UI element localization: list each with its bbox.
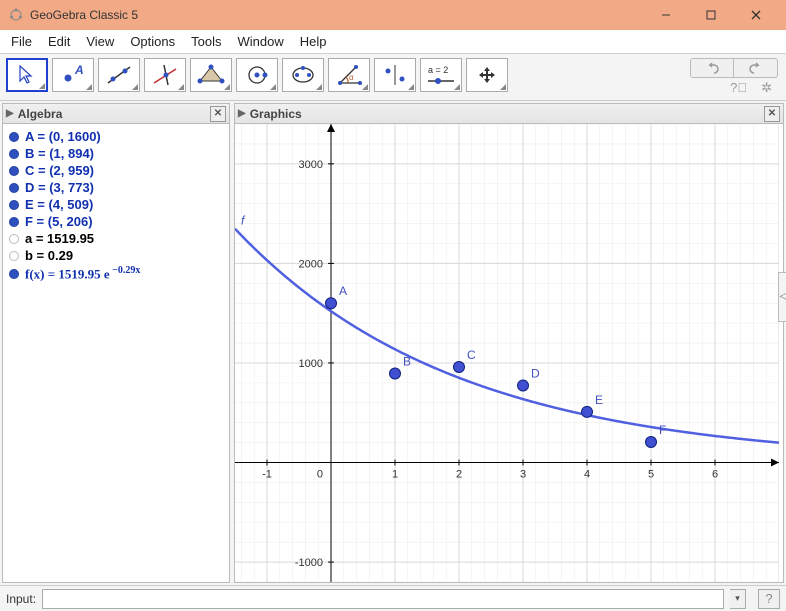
point-bullet-icon: [9, 183, 19, 193]
menu-help[interactable]: Help: [293, 31, 334, 52]
svg-text:1000: 1000: [299, 358, 323, 370]
point-tool[interactable]: A: [52, 58, 94, 92]
algebra-item-A[interactable]: A = (0, 1600): [9, 128, 223, 145]
angle-tool[interactable]: α: [328, 58, 370, 92]
svg-text:a = 2: a = 2: [428, 65, 448, 75]
toolbar: A α a = 2 ?⃝: [0, 54, 786, 101]
algebra-panel-title: Algebra: [18, 107, 63, 121]
input-label: Input:: [6, 592, 36, 606]
polygon-tool[interactable]: [190, 58, 232, 92]
close-button[interactable]: [733, 0, 778, 30]
title-bar: GeoGebra Classic 5: [0, 0, 786, 30]
algebra-item-B[interactable]: B = (1, 894): [9, 145, 223, 162]
algebra-item-a[interactable]: a = 1519.95: [9, 230, 223, 247]
redo-button[interactable]: [734, 58, 778, 78]
algebra-item-E[interactable]: E = (4, 509): [9, 196, 223, 213]
line-tool[interactable]: [98, 58, 140, 92]
window-title: GeoGebra Classic 5: [30, 8, 643, 22]
svg-text:2000: 2000: [299, 258, 323, 270]
svg-text:D: D: [531, 367, 540, 381]
algebra-body: A = (0, 1600) B = (1, 894) C = (2, 959) …: [3, 124, 229, 287]
maximize-button[interactable]: [688, 0, 733, 30]
move-view-tool[interactable]: [466, 58, 508, 92]
help-icon[interactable]: ?⃝: [730, 80, 747, 96]
input-bar: Input: ▾ ?: [0, 585, 786, 611]
svg-text:4: 4: [584, 469, 590, 481]
svg-text:3: 3: [520, 469, 526, 481]
svg-text:B: B: [403, 355, 411, 369]
svg-text:A: A: [339, 284, 347, 298]
menu-tools[interactable]: Tools: [184, 31, 228, 52]
move-tool[interactable]: [6, 58, 48, 92]
algebra-item-D[interactable]: D = (3, 773): [9, 179, 223, 196]
input-help-icon[interactable]: ?: [758, 589, 780, 609]
side-tab[interactable]: ◁: [778, 272, 786, 322]
graphics-view[interactable]: -1 1 2 3 4 5 6 -1000 1000 2000 3000 0 f A B C D E F: [235, 124, 783, 582]
svg-text:F: F: [659, 423, 666, 437]
undo-button[interactable]: [690, 58, 734, 78]
perpendicular-tool[interactable]: [144, 58, 186, 92]
graphics-panel: ▶ Graphics ✕ -1 1 2 3 4 5 6 -1000 1000 2000 3000 0 f…: [234, 103, 784, 583]
menu-file[interactable]: File: [4, 31, 39, 52]
algebra-panel: ▶ Algebra ✕ A = (0, 1600) B = (1, 894) C…: [2, 103, 230, 583]
graphics-panel-header[interactable]: ▶ Graphics ✕: [235, 104, 783, 124]
algebra-item-C[interactable]: C = (2, 959): [9, 162, 223, 179]
graphics-close-icon[interactable]: ✕: [764, 106, 780, 122]
value-bullet-icon: [9, 251, 19, 261]
svg-text:5: 5: [648, 469, 654, 481]
svg-text:A: A: [74, 63, 84, 77]
chevron-right-icon: ▶: [6, 108, 14, 119]
graphics-panel-title: Graphics: [250, 107, 302, 121]
slider-tool[interactable]: a = 2: [420, 58, 462, 92]
point-bullet-icon: [9, 166, 19, 176]
algebra-item-F[interactable]: F = (5, 206): [9, 213, 223, 230]
algebra-close-icon[interactable]: ✕: [210, 106, 226, 122]
svg-text:C: C: [467, 348, 476, 362]
svg-text:E: E: [595, 393, 603, 407]
input-field[interactable]: [42, 589, 724, 609]
chart-canvas[interactable]: -1 1 2 3 4 5 6 -1000 1000 2000 3000 0 f A B C D E F: [235, 124, 779, 582]
menu-options[interactable]: Options: [123, 31, 182, 52]
svg-text:6: 6: [712, 469, 718, 481]
svg-text:2: 2: [456, 469, 462, 481]
algebra-item-f[interactable]: f(x) = 1519.95 e −0.29x: [9, 264, 223, 283]
input-dropdown[interactable]: ▾: [730, 589, 746, 609]
chevron-right-icon: ▶: [238, 108, 246, 119]
algebra-item-b[interactable]: b = 0.29: [9, 247, 223, 264]
svg-text:1: 1: [392, 469, 398, 481]
algebra-panel-header[interactable]: ▶ Algebra ✕: [3, 104, 229, 124]
point-bullet-icon: [9, 200, 19, 210]
menu-edit[interactable]: Edit: [41, 31, 77, 52]
ellipse-tool[interactable]: [282, 58, 324, 92]
circle-tool[interactable]: [236, 58, 278, 92]
function-bullet-icon: [9, 269, 19, 279]
menu-view[interactable]: View: [79, 31, 121, 52]
minimize-button[interactable]: [643, 0, 688, 30]
svg-text:-1000: -1000: [295, 557, 323, 569]
point-bullet-icon: [9, 132, 19, 142]
svg-text:f: f: [241, 214, 246, 228]
value-bullet-icon: [9, 234, 19, 244]
reflect-tool[interactable]: [374, 58, 416, 92]
app-icon: [8, 7, 24, 23]
point-bullet-icon: [9, 149, 19, 159]
svg-text:-1: -1: [262, 469, 272, 481]
svg-text:3000: 3000: [299, 159, 323, 171]
settings-icon[interactable]: ✲: [761, 80, 772, 96]
menu-bar: File Edit View Options Tools Window Help: [0, 30, 786, 54]
point-bullet-icon: [9, 217, 19, 227]
svg-text:α: α: [349, 73, 354, 82]
svg-text:0: 0: [317, 469, 323, 481]
menu-window[interactable]: Window: [230, 31, 290, 52]
